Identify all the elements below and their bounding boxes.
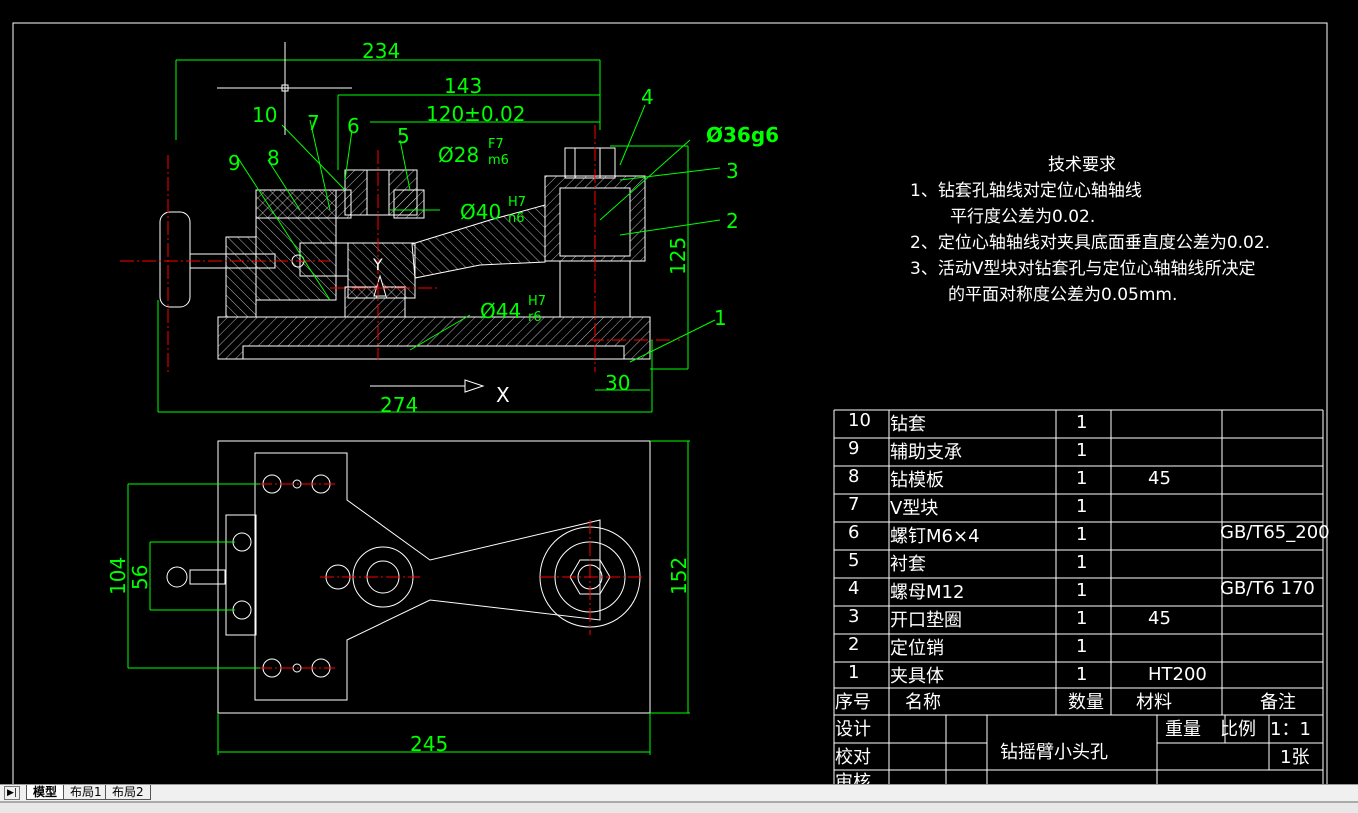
parts-row-no: 10 — [848, 410, 871, 431]
tab-model[interactable]: 模型 — [26, 785, 65, 800]
dim-152: 152 — [667, 557, 691, 595]
parts-row-qty: 1 — [1076, 468, 1088, 489]
dim-143: 143 — [444, 74, 482, 98]
fit-28-upper: F7 — [488, 137, 504, 152]
part-label-3: 3 — [726, 159, 739, 183]
part-label-9: 9 — [228, 151, 241, 175]
label-weight: 重量 — [1165, 719, 1201, 740]
parts-row-no: 6 — [848, 522, 860, 543]
parts-row-name: 开口垫圈 — [890, 610, 962, 631]
tech-req-line: 2、定位心轴轴线对夹具底面垂直度公差为0.02. — [910, 233, 1271, 253]
drawing-frame — [12, 22, 1328, 784]
fit-28: Ø28 — [438, 143, 479, 167]
part-label-10: 10 — [252, 103, 277, 127]
parts-row-no: 8 — [848, 466, 860, 487]
front-view — [159, 147, 651, 393]
dimension-lines-top — [127, 440, 690, 755]
dim-125: 125 — [666, 237, 690, 275]
parts-row-name: 衬套 — [890, 554, 926, 575]
header-note: 备注 — [1260, 692, 1296, 713]
parts-row-name: 辅助支承 — [890, 442, 962, 463]
header-qty: 数量 — [1068, 692, 1104, 713]
tech-req-line: 3、活动V型块对钻套孔与定位心轴轴线所决定 — [910, 259, 1256, 279]
parts-row-qty: 1 — [1076, 496, 1088, 517]
parts-row-note: GB/T65_200 — [1220, 522, 1330, 543]
parts-row-qty: 1 — [1076, 440, 1088, 461]
centerlines-top — [258, 483, 645, 669]
parts-row-name: 定位销 — [890, 638, 944, 659]
parts-row-no: 7 — [848, 494, 860, 515]
parts-row-material: HT200 — [1148, 664, 1207, 685]
parts-row-no: 4 — [848, 578, 860, 599]
parts-row-qty: 1 — [1076, 664, 1088, 685]
parts-row-name: 螺母M12 — [890, 582, 965, 603]
part-label-6: 6 — [347, 114, 360, 138]
dim-274: 274 — [380, 393, 418, 417]
fit-44: Ø44 — [480, 299, 521, 323]
parts-row-name: 钻套 — [890, 414, 926, 435]
tab-layout1[interactable]: 布局1 — [63, 785, 109, 800]
header-no: 序号 — [835, 692, 871, 713]
status-strip — [0, 801, 1358, 813]
header-material: 材料 — [1136, 692, 1172, 713]
part-label-1: 1 — [714, 306, 727, 330]
parts-row-name: 夹具体 — [890, 666, 944, 687]
parts-row-qty: 1 — [1076, 412, 1088, 433]
axis-x-label: X — [496, 383, 510, 407]
parts-row-material: 45 — [1148, 608, 1171, 629]
parts-row-no: 2 — [848, 634, 860, 655]
dim-245: 245 — [410, 732, 448, 756]
dim-56: 56 — [128, 565, 152, 590]
label-design: 设计 — [835, 719, 871, 740]
fit-40-upper: H7 — [508, 195, 526, 210]
fit-40-lower: n6 — [508, 211, 525, 226]
parts-row-no: 5 — [848, 550, 860, 571]
sheet-count: 1张 — [1280, 747, 1310, 768]
parts-row-name: V型块 — [890, 498, 939, 519]
parts-row-qty: 1 — [1076, 608, 1088, 629]
parts-row-qty: 1 — [1076, 636, 1088, 657]
part-label-7: 7 — [307, 111, 320, 135]
parts-row-material: 45 — [1148, 468, 1171, 489]
dim-30: 30 — [605, 371, 630, 395]
parts-row-name: 螺钉M6×4 — [890, 526, 980, 547]
tech-req-line: 平行度公差为0.02. — [950, 207, 1096, 227]
parts-row-qty: 1 — [1076, 580, 1088, 601]
fit-36: Ø36g6 — [706, 123, 779, 147]
drawing-title: 钻摇臂小头孔 — [1000, 742, 1108, 763]
dim-104: 104 — [106, 557, 130, 595]
dim-234: 234 — [362, 39, 400, 63]
part-label-5: 5 — [397, 124, 410, 148]
fit-44-lower: r6 — [528, 310, 542, 325]
tech-req-line: 1、钻套孔轴线对定位心轴轴线 — [910, 181, 1142, 201]
label-check: 校对 — [835, 747, 871, 768]
part-label-4: 4 — [641, 85, 654, 109]
axis-y-label: Y — [372, 255, 383, 274]
scale-value: 1：1 — [1270, 719, 1311, 740]
label-scale: 比例 — [1220, 719, 1256, 740]
label-review: 审核 — [835, 772, 871, 784]
fit-28-lower: m6 — [488, 153, 509, 168]
layout-tab-bar: ▶| 模型 布局1 布局2 — [0, 784, 1358, 801]
cursor-crosshair — [217, 42, 352, 135]
parts-row-note: GB/T6 170 — [1220, 578, 1315, 599]
tech-req-line: 的平面对称度公差为0.05mm. — [948, 285, 1178, 305]
fit-40: Ø40 — [460, 200, 501, 224]
tab-scroll-end-button[interactable]: ▶| — [4, 786, 20, 800]
parts-row-qty: 1 — [1076, 552, 1088, 573]
parts-row-no: 3 — [848, 606, 860, 627]
part-label-8: 8 — [267, 146, 280, 170]
parts-row-no: 1 — [848, 662, 860, 683]
parts-row-qty: 1 — [1076, 524, 1088, 545]
part-label-2: 2 — [726, 209, 739, 233]
dim-120: 120±0.02 — [426, 102, 525, 126]
tech-req-title: 技术要求 — [1048, 155, 1116, 175]
tab-layout2[interactable]: 布局2 — [105, 785, 151, 800]
header-name: 名称 — [905, 692, 941, 713]
parts-row-name: 钻模板 — [890, 470, 944, 491]
parts-row-no: 9 — [848, 438, 860, 459]
fit-44-upper: H7 — [528, 294, 546, 309]
